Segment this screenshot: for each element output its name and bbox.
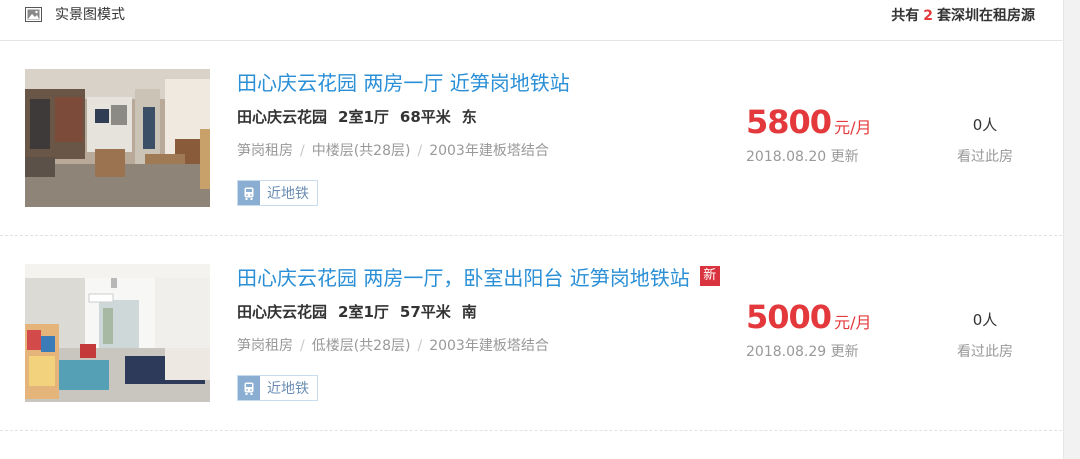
meta-separator: / <box>417 338 423 354</box>
updated-date: 2018.08.20 更新 <box>746 149 859 165</box>
listing-title-row: 田心庆云花园 两房一厅，卧室出阳台 近笋岗地铁站 新 <box>237 262 720 290</box>
meta-separator: / <box>300 143 305 159</box>
rent-price: 5800 元/月 <box>746 103 871 141</box>
listing-count-prefix: 共有 <box>891 8 920 24</box>
listing-item: 田心庆云花园 两房一厅 近笋岗地铁站 田心庆云花园 2室1厅 68平米东 笋岗租房 /… <box>0 41 1062 236</box>
vertical-scrollbar[interactable] <box>1063 0 1080 459</box>
picture-icon <box>25 6 42 22</box>
district-link[interactable]: 笋岗租房 <box>237 338 293 354</box>
listing-item: 田心庆云花园 两房一厅，卧室出阳台 近笋岗地铁站 新 田心庆云花园 2室1厅 57平… <box>0 236 1062 431</box>
view-count-label: 看过此房 <box>957 149 1013 165</box>
floor-area: 68平米 <box>399 108 451 126</box>
room-layout: 2室1厅 <box>338 303 389 321</box>
floor-level: 低楼层(共28层) <box>311 338 411 354</box>
district-link[interactable]: 笋岗租房 <box>237 143 293 159</box>
near-subway-tag[interactable]: 近地铁 <box>237 375 318 401</box>
subway-icon <box>238 181 260 205</box>
listing-title-link[interactable]: 田心庆云花园 两房一厅，卧室出阳台 近笋岗地铁站 <box>237 262 690 291</box>
updated-date: 2018.08.29 更新 <box>746 344 859 360</box>
listing-count-suffix: 套深圳在租房源 <box>937 8 1035 24</box>
listing-photo-image <box>25 69 210 207</box>
price-unit: 元/月 <box>834 313 872 332</box>
photo-mode-toggle[interactable]: 实景图模式 <box>25 5 125 23</box>
tag-label: 近地铁 <box>267 186 309 202</box>
listing-specs: 田心庆云花园 2室1厅 68平米东 <box>237 106 488 127</box>
listing-count-number: 2 <box>923 8 933 24</box>
photo-mode-label: 实景图模式 <box>55 7 125 23</box>
listing-count: 共有 2 套深圳在租房源 <box>891 5 1035 25</box>
new-badge: 新 <box>699 266 720 286</box>
listing-photo-image <box>25 264 210 402</box>
listing-meta: 笋岗租房 / 中楼层(共28层) / 2003年建板塔结合 <box>237 140 549 160</box>
subway-icon <box>238 376 260 400</box>
listing-title-link[interactable]: 田心庆云花园 两房一厅 近笋岗地铁站 <box>237 67 570 96</box>
price-amount: 5800 <box>746 103 832 141</box>
price-unit: 元/月 <box>834 118 872 137</box>
near-subway-tag[interactable]: 近地铁 <box>237 180 318 206</box>
floor-area: 57平米 <box>399 303 451 321</box>
view-count: 0人 <box>972 116 998 134</box>
meta-separator: / <box>417 143 423 159</box>
rent-price: 5000 元/月 <box>746 298 871 336</box>
listing-title-row: 田心庆云花园 两房一厅 近笋岗地铁站 <box>237 67 570 95</box>
meta-separator: / <box>300 338 305 354</box>
build-info: 2003年建板塔结合 <box>429 338 549 354</box>
floor-level: 中楼层(共28层) <box>311 143 411 159</box>
tag-label: 近地铁 <box>267 381 309 397</box>
listing-meta: 笋岗租房 / 低楼层(共28层) / 2003年建板塔结合 <box>237 335 549 355</box>
view-count-label: 看过此房 <box>957 344 1013 360</box>
orientation: 东 <box>461 108 477 126</box>
orientation: 南 <box>461 303 477 321</box>
listing-photo[interactable] <box>25 264 210 402</box>
room-layout: 2室1厅 <box>338 108 389 126</box>
price-amount: 5000 <box>746 298 832 336</box>
community-name: 田心庆云花园 <box>237 303 328 321</box>
community-name: 田心庆云花园 <box>237 108 328 126</box>
view-count: 0人 <box>972 311 998 329</box>
listing-specs: 田心庆云花园 2室1厅 57平米南 <box>237 301 488 322</box>
build-info: 2003年建板塔结合 <box>429 143 549 159</box>
list-header: 实景图模式 共有 2 套深圳在租房源 <box>0 0 1062 41</box>
listing-photo[interactable] <box>25 69 210 207</box>
